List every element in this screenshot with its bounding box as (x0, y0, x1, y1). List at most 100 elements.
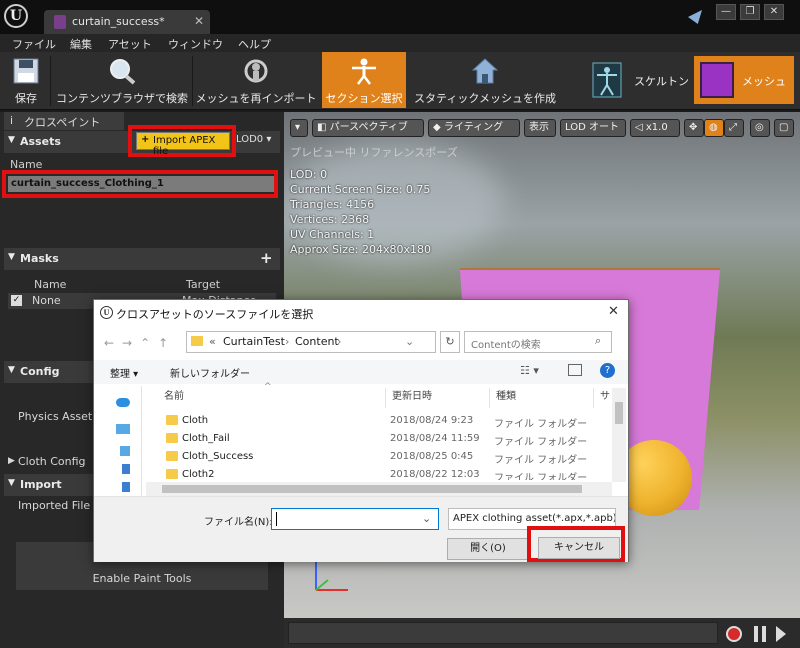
list-item[interactable]: Cloth 2018/08/24 9:23 ファイル フォルダー (142, 412, 612, 430)
translate-tool-icon[interactable]: ✥ (684, 119, 704, 137)
file-name: Cloth_Success (182, 451, 254, 462)
masks-section-header[interactable]: ▼ Masks + (4, 248, 280, 270)
add-mask-icon[interactable]: + (260, 249, 273, 267)
maximize-viewport-icon[interactable]: ▢ (774, 119, 794, 137)
path-segment[interactable]: CurtainTest (223, 335, 285, 348)
lighting-button[interactable]: ◆ ライティング (428, 119, 520, 137)
column-size[interactable]: サ (594, 388, 614, 408)
lod-auto-button[interactable]: LOD オート (560, 119, 626, 137)
asset-list-item[interactable]: curtain_success_Clothing_1 (8, 176, 274, 192)
import-apex-button[interactable]: + Import APEX file (136, 132, 230, 157)
rotate-tool-icon[interactable]: ◍ (704, 119, 724, 137)
file-type: ファイル フォルダー (494, 437, 588, 448)
toolbar-divider (192, 56, 193, 106)
list-item[interactable]: Cloth2 2018/08/22 12:03 ファイル フォルダー (142, 466, 612, 480)
world-space-icon[interactable]: ◎ (750, 119, 770, 137)
perspective-button[interactable]: ◧ パースペクティブ (312, 119, 424, 137)
file-type: ファイル フォルダー (494, 473, 588, 480)
tab-cloth-paint[interactable]: ⅰ クロスペイント (4, 112, 124, 130)
notification-icon[interactable] (688, 10, 702, 24)
scrollbar-thumb[interactable] (162, 485, 582, 493)
create-static-mesh-button[interactable]: スタティックメッシュを作成 (410, 52, 560, 108)
folder-icon (166, 433, 178, 443)
tab-cloth-paint-label: クロスペイント (24, 116, 101, 129)
document-tab[interactable]: curtain_success* ✕ (44, 10, 210, 34)
collapse-arrow-icon: ▼ (8, 252, 15, 262)
vertical-scrollbar[interactable] (612, 388, 626, 482)
checkbox-checked-icon[interactable]: ✓ (11, 295, 22, 306)
search-box[interactable]: Contentの検索 ⌕ (464, 331, 612, 353)
new-folder-button[interactable]: 新しいフォルダー (170, 365, 250, 380)
house-icon (471, 58, 499, 84)
section-select-button[interactable]: セクション選択 (322, 52, 406, 108)
record-icon[interactable] (726, 626, 742, 642)
list-item[interactable]: Cloth_Fail 2018/08/24 11:59 ファイル フォルダー (142, 430, 612, 448)
documents-icon[interactable] (122, 482, 130, 492)
save-button[interactable]: 保存 (4, 52, 48, 108)
reimport-mesh-label: メッシュを再インポート (195, 92, 317, 105)
chevron-down-icon[interactable]: ⌄ (405, 335, 414, 348)
horizontal-scrollbar[interactable] (146, 482, 612, 496)
chevron-down-icon[interactable]: ⌄ (422, 509, 431, 529)
section-select-label: セクション選択 (325, 92, 403, 105)
play-icon[interactable] (776, 626, 786, 642)
path-overflow[interactable]: « (209, 335, 216, 348)
browse-content-label: コンテンツブラウザで検索 (56, 92, 188, 105)
address-bar[interactable]: « CurtainTest › Content › ⌄ (186, 331, 436, 353)
open-button[interactable]: 開く(O) (447, 538, 529, 560)
menu-edit[interactable]: 編集 (70, 36, 92, 52)
path-segment[interactable]: Content (295, 335, 339, 348)
expand-arrow-icon[interactable]: ▶ (8, 456, 15, 466)
browse-content-button[interactable]: コンテンツブラウザで検索 (54, 52, 190, 108)
file-name: Cloth2 (182, 469, 215, 480)
speed-icon: ◁ (635, 122, 643, 133)
menu-file[interactable]: ファイル (12, 36, 56, 52)
help-icon[interactable]: ? (600, 363, 615, 378)
mesh-mode-button[interactable]: メッシュ (694, 56, 794, 104)
navigation-pane (94, 386, 142, 496)
downloads-icon[interactable] (122, 464, 130, 474)
list-item[interactable]: Cloth_Success 2018/08/25 0:45 ファイル フォルダー (142, 448, 612, 466)
view-options-icon[interactable]: ☷ ▾ (520, 364, 539, 377)
menu-asset[interactable]: アセット (108, 36, 152, 52)
show-button[interactable]: 表示 (524, 119, 556, 137)
skeleton-mode-button[interactable]: スケルトン (588, 56, 693, 104)
maximize-button[interactable]: ❐ (740, 4, 760, 20)
playback-speed-button[interactable]: ◁ x1.0 (630, 119, 680, 137)
preview-mode-label: プレビュー中 リファレンスポーズ (290, 146, 458, 159)
onedrive-icon[interactable] (116, 398, 130, 407)
reimport-mesh-button[interactable]: メッシュを再インポート (194, 52, 318, 108)
filename-input[interactable]: ⌄ (271, 508, 439, 530)
close-tab-icon[interactable]: ✕ (194, 14, 204, 28)
column-date[interactable]: 更新日時 (386, 388, 490, 408)
lod-dropdown[interactable]: LOD0 ▾ (236, 134, 271, 145)
masks-target-column: Target (186, 278, 221, 291)
minimize-button[interactable]: — (716, 4, 736, 20)
navigation-arrows[interactable]: ←→⌃↑ (104, 336, 176, 350)
refresh-icon[interactable]: ↻ (440, 331, 460, 353)
close-dialog-icon[interactable]: ✕ (608, 304, 619, 319)
menu-window[interactable]: ウィンドウ (168, 36, 223, 52)
chevron-down-icon: ▾ (266, 134, 272, 145)
create-static-mesh-label: スタティックメッシュを作成 (414, 92, 556, 105)
timeline-scrubber[interactable] (288, 622, 718, 644)
scrollbar-thumb[interactable] (615, 402, 623, 424)
reimport-icon (244, 59, 268, 83)
cancel-button[interactable]: キャンセル (538, 537, 620, 559)
preview-pane-icon[interactable] (568, 364, 582, 376)
computer-icon[interactable] (116, 424, 130, 434)
asset-item-label: curtain_success_Clothing_1 (11, 178, 164, 189)
scale-tool-icon[interactable]: ⤢ (724, 119, 744, 137)
column-type[interactable]: 種類 (490, 388, 594, 408)
viewport-options-button[interactable]: ▾ (290, 119, 308, 137)
close-window-button[interactable]: ✕ (764, 4, 784, 20)
title-bar: U curtain_success* ✕ — ❐ ✕ (0, 0, 800, 34)
organize-menu[interactable]: 整理 ▾ (110, 365, 138, 380)
toolbar-divider (50, 56, 51, 106)
column-name[interactable]: 名前 (158, 388, 386, 408)
stat-uv-channels: UV Channels: 1 (290, 228, 375, 241)
menu-help[interactable]: ヘルプ (238, 36, 271, 52)
pause-icon[interactable] (754, 626, 766, 642)
desktop-icon[interactable] (120, 446, 130, 456)
camera-icon: ◧ (317, 122, 327, 133)
